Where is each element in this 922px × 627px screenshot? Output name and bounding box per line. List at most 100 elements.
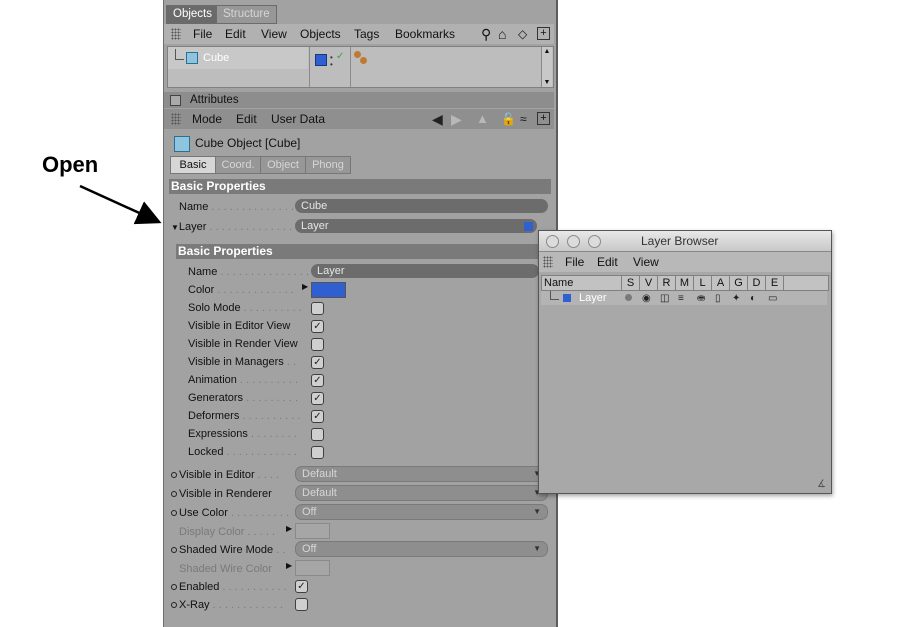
animate-dot-icon[interactable] (171, 547, 177, 554)
tab-object[interactable]: Object (260, 156, 306, 174)
visible-editor-dropdown[interactable]: Default▼ (295, 466, 548, 482)
resize-grip-icon[interactable]: ∡ (817, 479, 826, 490)
up-arrow-icon[interactable]: ▲ (476, 109, 489, 129)
visible-editor-view-checkbox[interactable]: ✓ (311, 320, 324, 333)
locked-checkbox[interactable] (311, 446, 324, 459)
solo-mode-checkbox[interactable] (311, 302, 324, 315)
column-manager[interactable]: M (675, 276, 693, 290)
menu-user-data[interactable]: User Data (271, 109, 325, 129)
lock-icon[interactable]: ⛂ (697, 292, 705, 306)
layer-browser-titlebar[interactable]: Layer Browser (539, 231, 831, 252)
tab-basic[interactable]: Basic (170, 156, 216, 174)
scroll-up-icon[interactable]: ▲ (542, 47, 552, 56)
material-tag-icon[interactable] (360, 57, 367, 64)
pin-icon[interactable]: ≈ (520, 109, 527, 129)
expressions-checkbox[interactable] (311, 428, 324, 441)
layer-color-swatch[interactable] (311, 282, 346, 298)
back-arrow-icon[interactable]: ◀ (432, 109, 443, 129)
generator-icon[interactable]: ✦ (732, 292, 740, 306)
layer-color-swatch[interactable] (563, 294, 571, 302)
close-button[interactable] (546, 235, 559, 248)
shaded-wire-mode-dropdown[interactable]: Off ▼ (295, 541, 548, 557)
minimize-button[interactable] (567, 235, 580, 248)
grip-icon[interactable] (171, 28, 181, 40)
layer-name-field[interactable]: Layer (311, 264, 539, 278)
grip-icon[interactable] (171, 113, 181, 125)
menu-edit[interactable]: Edit (225, 24, 246, 44)
table-row[interactable]: Layer ◉ ◫ ≡ ⛂ ▯ ✦ ◐ ▭ (541, 291, 827, 305)
column-visible[interactable]: V (639, 276, 657, 290)
eye-icon[interactable]: ◉ (642, 292, 651, 306)
expression-icon[interactable]: ▭ (768, 292, 777, 306)
tab-coord[interactable]: Coord. (215, 156, 261, 174)
film-icon[interactable]: ▯ (715, 292, 721, 306)
scroll-down-icon[interactable]: ▼ (542, 78, 552, 87)
animate-dot-icon[interactable] (171, 491, 177, 498)
layer-field[interactable]: Layer (295, 219, 537, 233)
visibility-dots-icon[interactable]: • (330, 60, 333, 69)
menu-file[interactable]: File (193, 24, 212, 44)
animate-dot-icon[interactable] (171, 602, 177, 609)
list-item[interactable]: Cube (168, 47, 308, 69)
deformers-checkbox[interactable]: ✓ (311, 410, 324, 423)
diamond-icon[interactable]: ◇ (518, 24, 527, 44)
menu-view[interactable]: View (633, 252, 659, 272)
grip-icon[interactable] (543, 256, 553, 268)
expand-triangle-icon[interactable]: ▶ (286, 524, 292, 533)
menu-mode[interactable]: Mode (192, 109, 222, 129)
column-render[interactable]: R (657, 276, 675, 290)
menu-tags[interactable]: Tags (354, 24, 379, 44)
column-name[interactable]: Name (544, 276, 573, 290)
menu-edit[interactable]: Edit (597, 252, 618, 272)
collapse-box-icon[interactable] (170, 95, 181, 106)
hierarchy-icon[interactable]: ≡ (678, 292, 684, 306)
column-expressions[interactable]: E (765, 276, 784, 290)
clapper-icon[interactable]: ◫ (660, 292, 669, 306)
column-locked[interactable]: L (693, 276, 711, 290)
lock-icon[interactable]: 🔓 (501, 109, 516, 129)
search-icon[interactable]: ⚲ (481, 24, 491, 44)
forward-arrow-icon[interactable]: ▶ (451, 109, 462, 129)
menu-file[interactable]: File (565, 252, 584, 272)
deformer-icon[interactable]: ◐ (750, 292, 756, 306)
tab-objects[interactable]: Objects (166, 5, 219, 24)
animate-dot-icon[interactable] (171, 472, 177, 479)
visible-managers-checkbox[interactable]: ✓ (311, 356, 324, 369)
column-solo[interactable]: S (621, 276, 639, 290)
menu-view[interactable]: View (261, 24, 287, 44)
menu-objects[interactable]: Objects (300, 24, 341, 44)
expand-triangle-icon[interactable]: ▶ (302, 282, 308, 291)
xray-checkbox[interactable] (295, 598, 308, 611)
home-icon[interactable]: ⌂ (498, 24, 506, 44)
name-field[interactable]: Cube (295, 199, 548, 213)
shaded-wire-color-swatch[interactable] (295, 560, 330, 576)
expand-triangle-icon[interactable]: ▶ (286, 561, 292, 570)
menu-bookmarks[interactable]: Bookmarks (395, 24, 455, 44)
visible-renderer-dropdown[interactable]: Default▼ (295, 485, 548, 501)
column-animation[interactable]: A (711, 276, 729, 290)
generators-checkbox[interactable]: ✓ (311, 392, 324, 405)
enabled-check-icon[interactable]: ✓ (336, 51, 344, 62)
animate-dot-icon[interactable] (171, 510, 177, 517)
animation-checkbox[interactable]: ✓ (311, 374, 324, 387)
new-window-icon[interactable]: + (537, 27, 550, 40)
visible-render-view-checkbox[interactable] (311, 338, 324, 351)
menu-edit[interactable]: Edit (236, 109, 257, 129)
solo-icon[interactable] (625, 294, 632, 301)
material-tag-icon[interactable] (354, 51, 361, 58)
tab-structure[interactable]: Structure (216, 5, 277, 24)
display-color-swatch[interactable] (295, 523, 330, 539)
use-color-dropdown[interactable]: Off ▼ (295, 504, 548, 520)
column-deformers[interactable]: D (747, 276, 765, 290)
column-generators[interactable]: G (729, 276, 747, 290)
tab-phong[interactable]: Phong (305, 156, 351, 174)
layer-name[interactable]: Layer (579, 291, 607, 305)
animate-dot-icon[interactable] (171, 584, 177, 591)
new-window-icon[interactable]: + (537, 112, 550, 125)
expand-triangle-icon[interactable]: ▼ (171, 223, 179, 232)
layer-row-label[interactable]: ▼Layer . . . . . . . . . . . . . . . (171, 221, 298, 233)
object-list-scrollbar[interactable]: ▲ ▼ (541, 47, 552, 87)
zoom-button[interactable] (588, 235, 601, 248)
enabled-checkbox[interactable]: ✓ (295, 580, 308, 593)
layer-color-swatch[interactable] (315, 54, 327, 66)
